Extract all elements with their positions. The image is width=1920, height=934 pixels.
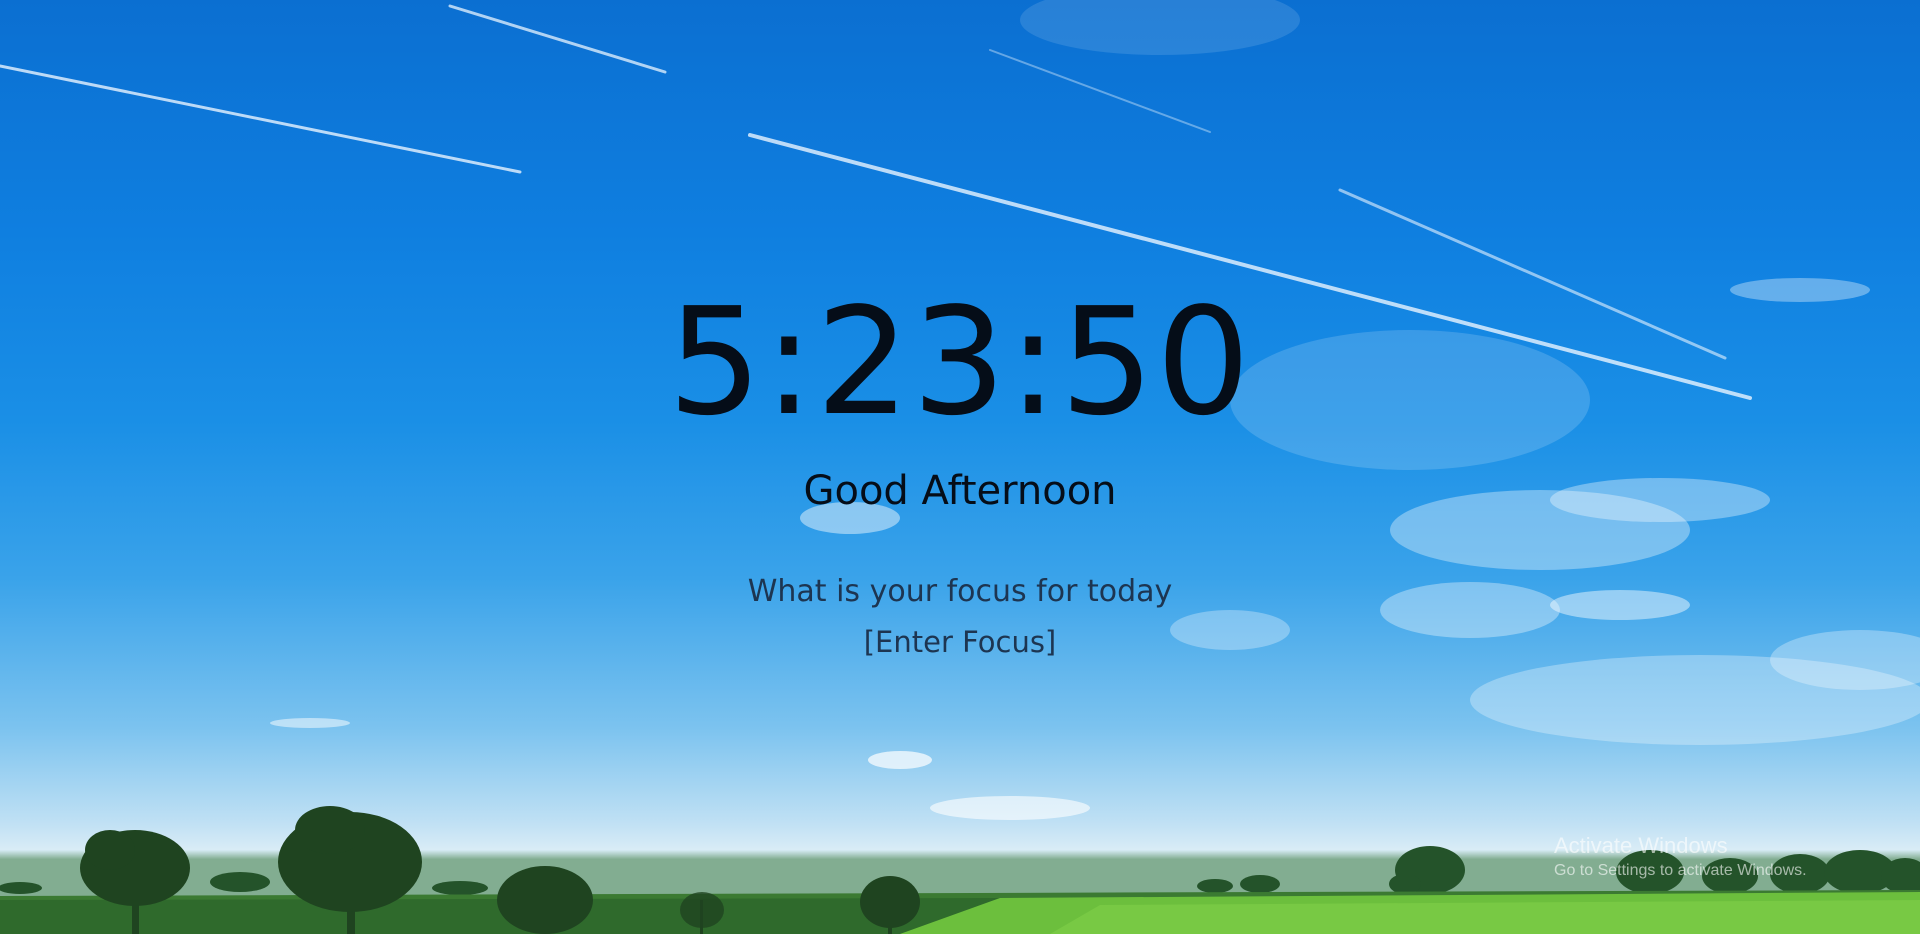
background-landscape: 5:23:50 Good Afternoon What is your focu… bbox=[0, 0, 1920, 934]
watermark-subtitle: Go to Settings to activate Windows. bbox=[1554, 862, 1807, 879]
focus-question: What is your focus for today bbox=[747, 574, 1173, 609]
greeting-text: Good Afternoon bbox=[803, 468, 1117, 514]
clock-time: 5:23:50 bbox=[667, 276, 1253, 448]
focus-input[interactable]: [Enter Focus] bbox=[810, 622, 1110, 662]
watermark-title: Activate Windows bbox=[1554, 833, 1728, 858]
activate-windows-watermark: Activate Windows Go to Settings to activ… bbox=[1554, 832, 1807, 882]
